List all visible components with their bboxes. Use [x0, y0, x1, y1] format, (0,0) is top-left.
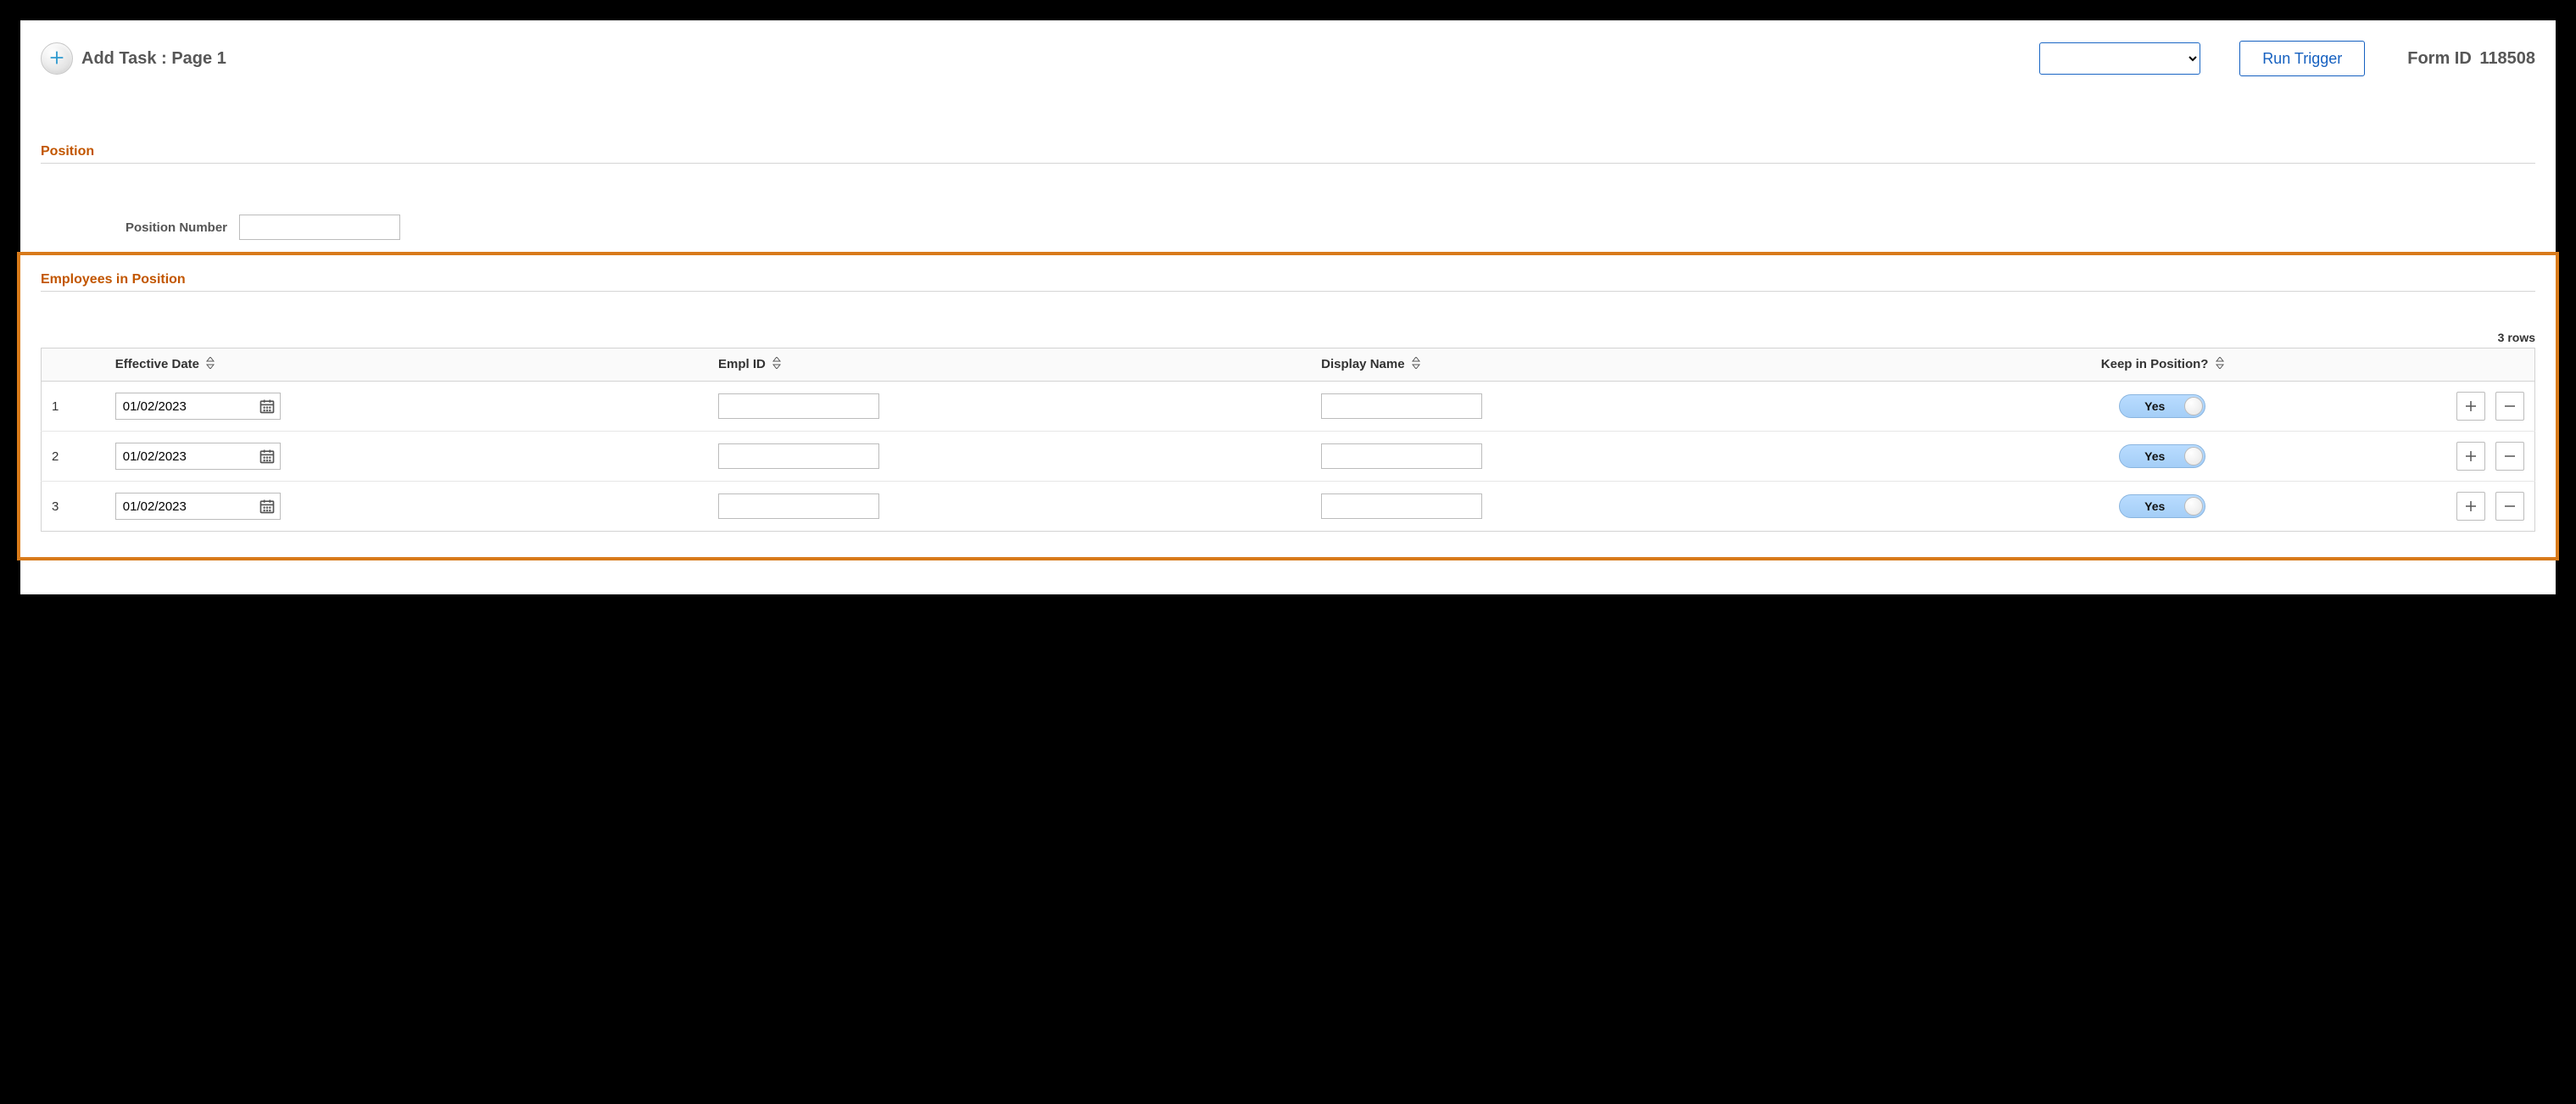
- effective-date-input[interactable]: [115, 393, 281, 420]
- empl-id-input[interactable]: [718, 493, 879, 519]
- form-id: Form ID 118508: [2407, 49, 2535, 69]
- keep-in-position-toggle[interactable]: Yes: [2119, 494, 2205, 518]
- col-keep-label: Keep in Position?: [2101, 357, 2209, 371]
- add-row-button[interactable]: [2456, 392, 2485, 421]
- toggle-knob: [2184, 447, 2203, 466]
- section-heading-position: Position: [41, 144, 2535, 164]
- plus-icon: [2463, 499, 2478, 514]
- grid-body: 1 Yes: [42, 382, 2535, 532]
- plus-icon: [47, 48, 66, 70]
- page-title: Add Task : Page 1: [81, 49, 226, 69]
- calendar-icon[interactable]: [259, 398, 276, 415]
- empl-id-input[interactable]: [718, 443, 879, 469]
- form-id-value: 118508: [2479, 49, 2535, 68]
- col-rownum: [42, 348, 105, 382]
- plus-icon: [2463, 449, 2478, 464]
- display-name-input[interactable]: [1321, 393, 1482, 419]
- calendar-icon[interactable]: [259, 448, 276, 465]
- col-empl-id[interactable]: Empl ID: [708, 348, 1311, 382]
- employees-grid: Effective Date Empl ID Display Name Keep…: [41, 348, 2535, 532]
- add-row-button[interactable]: [2456, 442, 2485, 471]
- plus-icon: [2463, 399, 2478, 414]
- sort-icon: [2216, 357, 2224, 372]
- col-display-name-label: Display Name: [1321, 357, 1404, 371]
- row-number: 2: [42, 432, 105, 482]
- display-name-input[interactable]: [1321, 493, 1482, 519]
- section-heading-employees: Employees in Position: [41, 272, 2535, 292]
- delete-row-button[interactable]: [2495, 392, 2524, 421]
- table-row: 2 Yes: [42, 432, 2535, 482]
- minus-icon: [2502, 499, 2517, 514]
- effective-date-field: [115, 393, 281, 420]
- display-name-input[interactable]: [1321, 443, 1482, 469]
- col-actions: [2339, 348, 2534, 382]
- add-row-button[interactable]: [2456, 492, 2485, 521]
- page-label: Page 1: [171, 49, 226, 68]
- sort-icon: [772, 357, 781, 372]
- sort-icon: [1412, 357, 1420, 372]
- page: Add Task : Page 1 Run Trigger Form ID 11…: [20, 20, 2556, 594]
- empl-id-input[interactable]: [718, 393, 879, 419]
- calendar-icon[interactable]: [259, 498, 276, 515]
- col-empl-id-label: Empl ID: [718, 357, 766, 371]
- delete-row-button[interactable]: [2495, 492, 2524, 521]
- toggle-knob: [2184, 497, 2203, 516]
- toggle-label: Yes: [2144, 499, 2165, 513]
- col-effective-date[interactable]: Effective Date: [105, 348, 708, 382]
- effective-date-input[interactable]: [115, 493, 281, 520]
- sort-icon: [206, 357, 215, 372]
- minus-icon: [2502, 449, 2517, 464]
- effective-date-field: [115, 493, 281, 520]
- trigger-select[interactable]: [2039, 42, 2200, 75]
- table-row: 3 Yes: [42, 482, 2535, 532]
- toggle-knob: [2184, 397, 2203, 415]
- rows-count: 3 rows: [41, 331, 2535, 344]
- row-number: 1: [42, 382, 105, 432]
- minus-icon: [2502, 399, 2517, 414]
- col-display-name[interactable]: Display Name: [1311, 348, 1985, 382]
- employees-section-highlight: Employees in Position 3 rows Effective D…: [17, 252, 2559, 560]
- toggle-label: Yes: [2144, 399, 2165, 413]
- header: Add Task : Page 1 Run Trigger Form ID 11…: [41, 41, 2535, 76]
- row-number: 3: [42, 482, 105, 532]
- position-number-label: Position Number: [125, 220, 227, 235]
- add-task-button[interactable]: [41, 42, 73, 75]
- delete-row-button[interactable]: [2495, 442, 2524, 471]
- position-number-field: Position Number: [125, 215, 2535, 240]
- form-id-label: Form ID: [2407, 49, 2472, 68]
- col-effective-date-label: Effective Date: [115, 357, 199, 371]
- col-keep-in-position[interactable]: Keep in Position?: [1985, 348, 2339, 382]
- run-trigger-button[interactable]: Run Trigger: [2239, 41, 2365, 76]
- keep-in-position-toggle[interactable]: Yes: [2119, 444, 2205, 468]
- position-number-input[interactable]: [239, 215, 400, 240]
- keep-in-position-toggle[interactable]: Yes: [2119, 394, 2205, 418]
- add-task-label: Add Task :: [81, 49, 167, 68]
- effective-date-field: [115, 443, 281, 470]
- table-row: 1 Yes: [42, 382, 2535, 432]
- toggle-label: Yes: [2144, 449, 2165, 463]
- effective-date-input[interactable]: [115, 443, 281, 470]
